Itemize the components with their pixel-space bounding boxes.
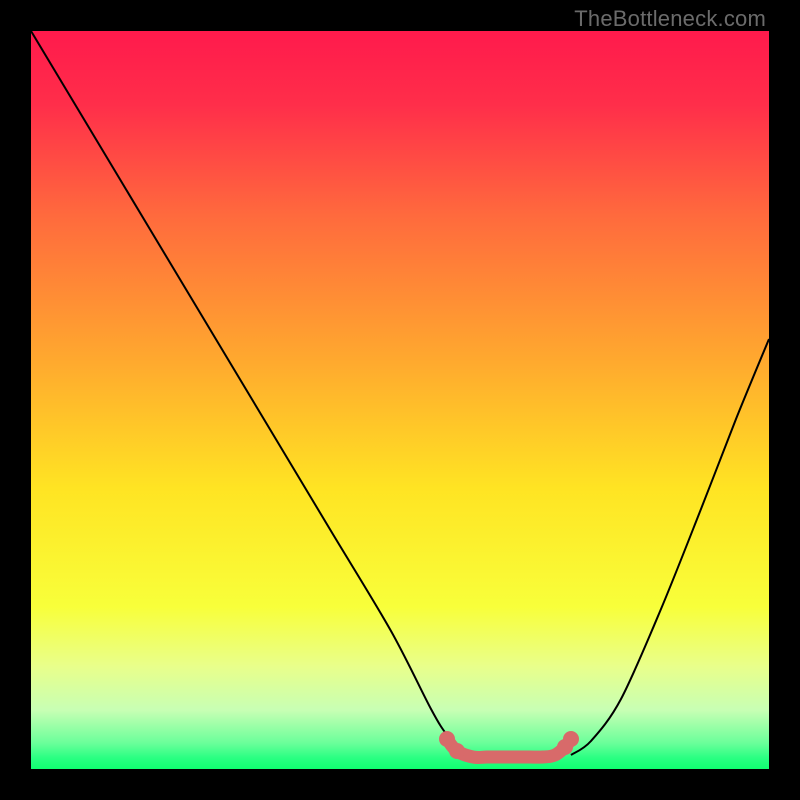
curve-layer <box>31 31 769 769</box>
optimum-marker-dot <box>563 731 579 747</box>
chart-frame: TheBottleneck.com <box>0 0 800 800</box>
curve-right <box>571 339 769 755</box>
optimum-marker-band <box>447 739 571 758</box>
optimum-marker-dot <box>449 743 465 759</box>
watermark-label: TheBottleneck.com <box>574 6 766 32</box>
curve-left <box>31 31 479 755</box>
